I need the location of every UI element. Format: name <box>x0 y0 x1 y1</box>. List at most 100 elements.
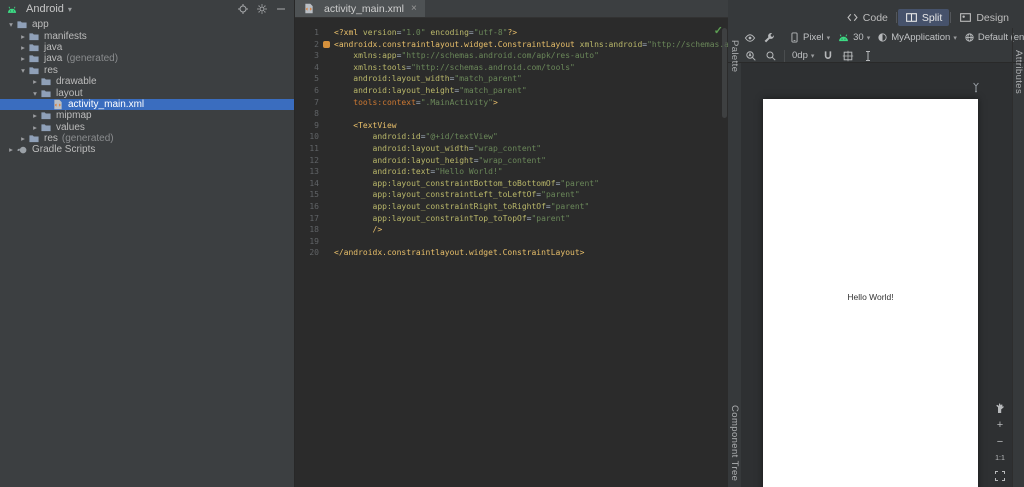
tree-item-gradle-scripts[interactable]: ▸ Gradle Scripts <box>0 144 294 155</box>
code-line-13[interactable]: 13 android:text="Hello World!" <box>295 166 728 178</box>
gutter[interactable] <box>319 155 334 167</box>
code-line-6[interactable]: 6 android:layout_height="match_parent" <box>295 85 728 97</box>
view-options-icon[interactable] <box>744 31 756 44</box>
hide-panel-button[interactable] <box>273 2 288 17</box>
device-selector[interactable]: Pixel ▾ <box>789 32 830 43</box>
code-line-3[interactable]: 3 xmlns:app="http://schemas.android.com/… <box>295 50 728 62</box>
zoom-text-icon[interactable] <box>744 49 757 62</box>
code-line-7[interactable]: 7 tools:context=".MainActivity"> <box>295 97 728 109</box>
tree-item-mipmap[interactable]: ▸ mipmap <box>0 110 294 121</box>
chevron-right-icon[interactable]: ▸ <box>18 43 28 52</box>
tab-attributes[interactable]: Attributes <box>1013 50 1024 94</box>
gutter[interactable] <box>319 97 334 109</box>
chevron-down-icon[interactable]: ▾ <box>6 20 16 29</box>
tree-item-drawable[interactable]: ▸ drawable <box>0 76 294 87</box>
autoconnect-magnet-icon[interactable] <box>821 49 834 62</box>
code-line-19[interactable]: 19 <box>295 236 728 248</box>
gutter[interactable] <box>319 224 334 236</box>
chevron-down-icon[interactable]: ▾ <box>18 66 28 75</box>
device-preview-artboard[interactable]: Hello World! <box>763 99 978 487</box>
layout-preview-gutter-icon[interactable] <box>323 40 330 48</box>
zoom-fit-button[interactable] <box>992 469 1008 483</box>
line-number[interactable]: 11 <box>295 143 319 155</box>
chevron-right-icon[interactable]: ▸ <box>18 54 28 63</box>
chevron-down-icon[interactable]: ▾ <box>30 89 40 98</box>
tab-palette[interactable]: Palette <box>729 40 740 72</box>
line-number[interactable]: 12 <box>295 155 319 167</box>
code-line-4[interactable]: 4 xmlns:tools="http://schemas.android.co… <box>295 62 728 74</box>
chevron-down-icon[interactable]: ▾ <box>68 5 72 14</box>
chevron-right-icon[interactable]: ▸ <box>18 134 28 143</box>
tree-item-java[interactable]: ▸ java (generated) <box>0 53 294 64</box>
gutter[interactable] <box>319 50 334 62</box>
line-number[interactable]: 17 <box>295 213 319 225</box>
code-line-8[interactable]: 8 <box>295 108 728 120</box>
default-margins-selector[interactable]: 0dp ▾ <box>792 50 814 61</box>
close-tab-icon[interactable]: × <box>411 3 417 14</box>
line-number[interactable]: 16 <box>295 201 319 213</box>
gutter[interactable] <box>319 108 334 120</box>
code-line-2[interactable]: 2 <androidx.constraintlayout.widget.Const… <box>295 39 728 51</box>
line-number[interactable]: 10 <box>295 131 319 143</box>
line-number[interactable]: 5 <box>295 73 319 85</box>
code-line-20[interactable]: 20 </androidx.constraintlayout.widget.Con… <box>295 247 728 259</box>
zoom-out-button[interactable]: − <box>992 435 1008 449</box>
gutter[interactable] <box>319 27 334 39</box>
chevron-right-icon[interactable]: ▸ <box>18 32 28 41</box>
tab-component-tree[interactable]: Component Tree <box>729 405 740 481</box>
mode-tab-split[interactable]: Split <box>897 9 950 26</box>
line-number[interactable]: 13 <box>295 166 319 178</box>
line-number[interactable]: 7 <box>295 97 319 109</box>
code-line-12[interactable]: 12 android:layout_height="wrap_content" <box>295 155 728 167</box>
pan-button[interactable] <box>992 401 1008 415</box>
line-number[interactable]: 2 <box>295 39 319 51</box>
code-line-5[interactable]: 5 android:layout_width="match_parent" <box>295 73 728 85</box>
tab-activity-main-xml[interactable]: activity_main.xml × <box>295 0 425 17</box>
gutter[interactable] <box>319 178 334 190</box>
gutter[interactable] <box>319 189 334 201</box>
gutter[interactable] <box>319 236 334 248</box>
code-line-17[interactable]: 17 app:layout_constraintTop_toTopOf="par… <box>295 213 728 225</box>
line-number[interactable]: 9 <box>295 120 319 132</box>
line-number[interactable]: 4 <box>295 62 319 74</box>
mode-tab-code[interactable]: Code <box>839 9 895 26</box>
line-number[interactable]: 6 <box>295 85 319 97</box>
mode-tab-design[interactable]: Design <box>952 9 1016 26</box>
tree-item-app[interactable]: ▾ app <box>0 19 294 30</box>
tree-item-java[interactable]: ▸ java <box>0 42 294 53</box>
line-number[interactable]: 3 <box>295 50 319 62</box>
line-number[interactable]: 20 <box>295 247 319 259</box>
line-number[interactable]: 19 <box>295 236 319 248</box>
magnifier-icon[interactable] <box>764 49 777 62</box>
gutter[interactable] <box>319 85 334 97</box>
line-number[interactable]: 18 <box>295 224 319 236</box>
code-line-1[interactable]: 1 <?xml version="1.0" encoding="utf-8"?> <box>295 27 728 39</box>
gutter[interactable] <box>319 201 334 213</box>
viewport-settings-icon[interactable] <box>763 31 775 44</box>
line-number[interactable]: 1 <box>295 27 319 39</box>
code-line-9[interactable]: 9 <TextView <box>295 120 728 132</box>
tree-item-manifests[interactable]: ▸ manifests <box>0 30 294 42</box>
gutter[interactable] <box>319 247 334 259</box>
guidelines-icon[interactable] <box>841 49 854 62</box>
tree-item-activity-main-xml[interactable]: activity_main.xml <box>0 98 294 111</box>
gutter[interactable] <box>319 39 334 51</box>
gutter[interactable] <box>319 131 334 143</box>
code-line-14[interactable]: 14 app:layout_constraintBottom_toBottomO… <box>295 178 728 190</box>
code-line-10[interactable]: 10 android:id="@+id/textView" <box>295 131 728 143</box>
tree-item-res[interactable]: ▾ res <box>0 65 294 76</box>
locate-file-button[interactable] <box>235 2 250 17</box>
chevron-right-icon[interactable]: ▸ <box>6 145 16 154</box>
tree-item-layout[interactable]: ▾ layout <box>0 87 294 99</box>
line-number[interactable]: 14 <box>295 178 319 190</box>
code-editor[interactable]: 1 <?xml version="1.0" encoding="utf-8"?> 2… <box>295 18 728 467</box>
tree-item-res[interactable]: ▸ res (generated) <box>0 133 294 144</box>
chevron-right-icon[interactable]: ▸ <box>30 77 40 86</box>
code-line-11[interactable]: 11 android:layout_width="wrap_content" <box>295 143 728 155</box>
text-cursor-icon[interactable] <box>861 49 874 62</box>
gutter[interactable] <box>319 73 334 85</box>
theme-selector[interactable]: MyApplication ▾ <box>877 32 957 43</box>
api-level-selector[interactable]: 30 ▾ <box>837 32 870 43</box>
preview-textview[interactable]: Hello World! <box>763 292 978 302</box>
tree-item-values[interactable]: ▸ values <box>0 122 294 133</box>
